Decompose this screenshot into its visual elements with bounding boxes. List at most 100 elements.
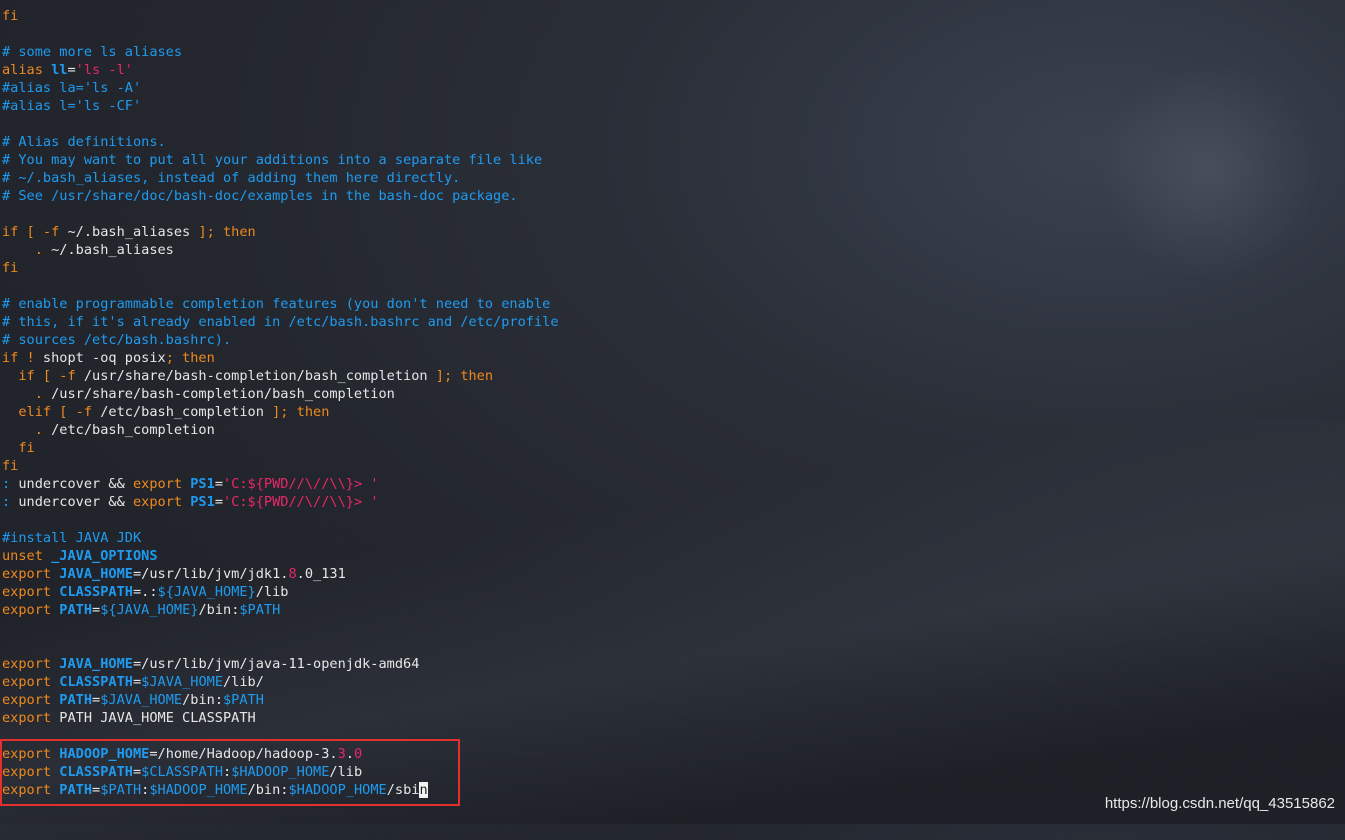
code-token: export bbox=[2, 602, 60, 618]
code-token: JAVA_HOME bbox=[59, 566, 133, 582]
code-token: # enable programmable completion feature… bbox=[2, 296, 551, 312]
code-token: ]; then bbox=[272, 404, 330, 420]
code-token: /usr/share/bash-completion/bash_completi… bbox=[51, 386, 395, 402]
code-line: #alias l='ls -CF' bbox=[2, 97, 1345, 115]
code-token: /lib bbox=[255, 584, 289, 600]
code-token: 8 bbox=[288, 566, 297, 582]
code-token: fi bbox=[2, 440, 35, 456]
code-line: # See /usr/share/doc/bash-doc/examples i… bbox=[2, 187, 1345, 205]
code-token: elif [ -f bbox=[2, 404, 101, 420]
code-line: if [ -f ~/.bash_aliases ]; then bbox=[2, 223, 1345, 241]
code-token: PS1 bbox=[190, 494, 215, 510]
code-token: 'C:${PWD//\//\\}> ' bbox=[223, 476, 379, 492]
code-token: #alias la='ls -A' bbox=[2, 80, 142, 96]
code-token: ~/.bash_aliases bbox=[67, 224, 199, 240]
code-token: =/usr/lib/jvm/jdk1. bbox=[132, 566, 289, 582]
code-token: /lib/ bbox=[223, 674, 264, 690]
code-token: /usr/share/bash-completion/bash_completi… bbox=[83, 368, 436, 384]
code-token: export bbox=[2, 692, 60, 708]
code-token: #alias l='ls -CF' bbox=[2, 98, 142, 114]
code-token: =.: bbox=[132, 584, 158, 600]
code-line: # this, if it's already enabled in /etc/… bbox=[2, 313, 1345, 331]
code-token: = bbox=[92, 692, 101, 708]
code-token: # some more ls aliases bbox=[2, 44, 183, 60]
code-token: JAVA_HOME bbox=[59, 656, 133, 672]
code-token: PS1 bbox=[190, 476, 215, 492]
code-token: ${JAVA_HOME} bbox=[100, 602, 199, 618]
code-token: ]; then bbox=[435, 368, 494, 384]
code-line: . /usr/share/bash-completion/bash_comple… bbox=[2, 385, 1345, 403]
code-token: : bbox=[2, 476, 19, 492]
code-token: #install JAVA JDK bbox=[2, 530, 142, 546]
code-token: export bbox=[2, 710, 60, 726]
code-token: if [ -f bbox=[2, 368, 84, 384]
code-line: fi bbox=[2, 7, 1345, 25]
code-token: _JAVA_OPTIONS bbox=[51, 548, 158, 564]
code-line: . ~/.bash_aliases bbox=[2, 241, 1345, 259]
code-line: export JAVA_HOME=/usr/lib/jvm/jdk1.8.0_1… bbox=[2, 565, 1345, 583]
code-token: export bbox=[2, 566, 60, 582]
code-token: ]; then bbox=[198, 224, 256, 240]
code-token: ${JAVA_HOME} bbox=[157, 584, 256, 600]
watermark: https://blog.csdn.net/qq_43515862 bbox=[1104, 795, 1335, 812]
code-line: export CLASSPATH=.:${JAVA_HOME}/lib bbox=[2, 583, 1345, 601]
code-token: # See /usr/share/doc/bash-doc/examples i… bbox=[2, 188, 518, 204]
code-token: undercover && bbox=[18, 494, 133, 510]
code-token: = bbox=[214, 476, 223, 492]
code-token: $PATH bbox=[239, 602, 281, 618]
code-token: 'C:${PWD//\//\\}> ' bbox=[223, 494, 379, 510]
code-token: undercover && bbox=[18, 476, 133, 492]
code-token: : bbox=[2, 494, 19, 510]
code-token: # ~/.bash_aliases, instead of adding the… bbox=[2, 170, 461, 186]
code-token: = bbox=[132, 674, 142, 690]
code-line: export CLASSPATH=$JAVA_HOME/lib/ bbox=[2, 673, 1345, 691]
code-line: alias ll='ls -l' bbox=[2, 61, 1345, 79]
code-token: $PATH bbox=[223, 692, 264, 708]
code-token: export bbox=[2, 674, 60, 690]
code-token: CLASSPATH bbox=[59, 674, 133, 690]
code-token: . bbox=[2, 242, 52, 258]
code-line: # ~/.bash_aliases, instead of adding the… bbox=[2, 169, 1345, 187]
code-token: if ! bbox=[2, 350, 43, 366]
code-line: export PATH JAVA_HOME CLASSPATH bbox=[2, 709, 1345, 727]
code-token: unset bbox=[2, 548, 52, 564]
code-token: export bbox=[2, 584, 60, 600]
code-token: $JAVA_HOME bbox=[141, 674, 223, 690]
code-token: # this, if it's already enabled in /etc/… bbox=[2, 314, 559, 330]
code-token: = bbox=[67, 62, 76, 78]
code-token: # Alias definitions. bbox=[2, 134, 166, 150]
code-token: = bbox=[92, 602, 101, 618]
code-line: if ! shopt -oq posix; then bbox=[2, 349, 1345, 367]
code-token: fi bbox=[2, 458, 19, 474]
code-line: # You may want to put all your additions… bbox=[2, 151, 1345, 169]
code-line: export PATH=${JAVA_HOME}/bin:$PATH bbox=[2, 601, 1345, 619]
code-token: $JAVA_HOME bbox=[100, 692, 183, 708]
code-line: fi bbox=[2, 259, 1345, 277]
code-token: /bin: bbox=[198, 602, 240, 618]
code-token: /bin: bbox=[182, 692, 223, 708]
code-token: = bbox=[214, 494, 223, 510]
code-token: PATH JAVA_HOME CLASSPATH bbox=[59, 710, 256, 726]
code-line: fi bbox=[2, 457, 1345, 475]
code-line: # Alias definitions. bbox=[2, 133, 1345, 151]
code-editor[interactable]: fi # some more ls aliases alias ll='ls -l… bbox=[2, 7, 1345, 799]
code-line: export PATH=$JAVA_HOME/bin:$PATH bbox=[2, 691, 1345, 709]
code-line: : undercover && export PS1='C:${PWD//\//… bbox=[2, 475, 1345, 493]
code-token: 'ls -l' bbox=[75, 62, 133, 78]
code-token: ~/.bash_aliases bbox=[51, 242, 174, 258]
code-line: export JAVA_HOME=/usr/lib/jvm/java-11-op… bbox=[2, 655, 1345, 673]
code-token: # sources /etc/bash.bashrc). bbox=[2, 332, 232, 348]
code-token: alias bbox=[2, 62, 52, 78]
code-token: CLASSPATH bbox=[59, 584, 133, 600]
code-line: unset _JAVA_OPTIONS bbox=[2, 547, 1345, 565]
code-token: ll bbox=[51, 62, 68, 78]
code-line: # enable programmable completion feature… bbox=[2, 295, 1345, 313]
code-line: # sources /etc/bash.bashrc). bbox=[2, 331, 1345, 349]
code-token: /etc/bash_completion bbox=[51, 422, 215, 438]
code-token: export bbox=[132, 494, 191, 510]
